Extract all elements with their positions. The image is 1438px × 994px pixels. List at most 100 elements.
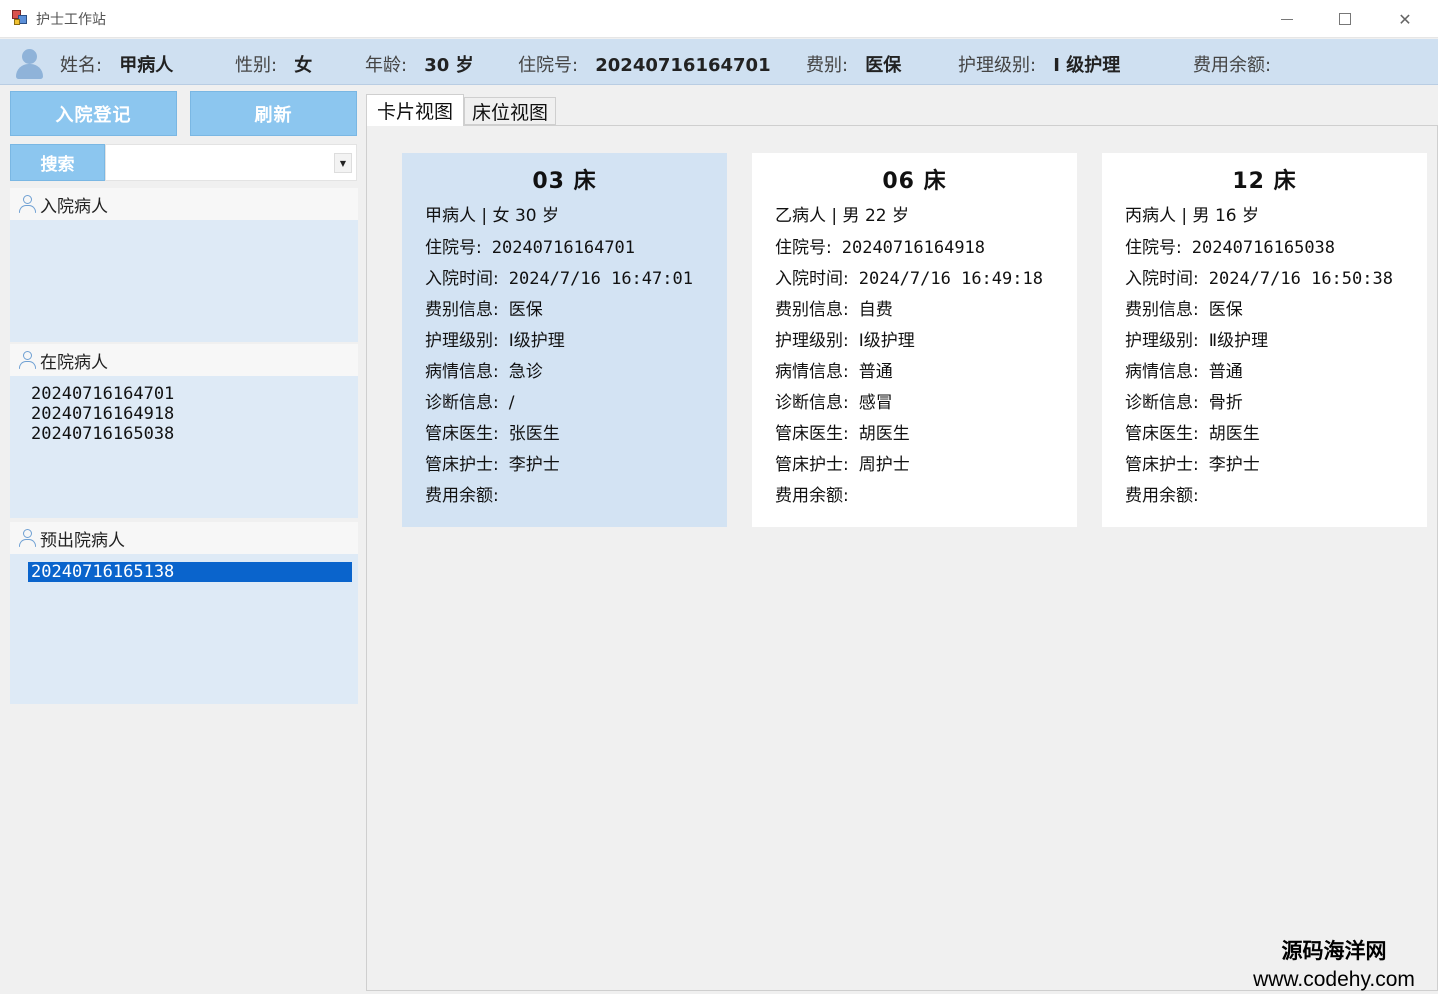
list-item[interactable]: 20240716165038 <box>10 424 358 444</box>
person-icon <box>18 194 38 214</box>
card-row: 住院号: 20240716165038 <box>1125 233 1335 258</box>
row-label: 护理级别: <box>775 331 849 351</box>
patient-name-field: 姓名: 甲病人 <box>60 51 173 77</box>
row-value: 李护士 <box>508 455 560 475</box>
row-label: 住院号: <box>775 238 832 258</box>
row-label: 护理级别: <box>425 331 499 351</box>
patient-name: 甲病人 <box>119 55 174 76</box>
row-label: 入院时间: <box>425 269 499 289</box>
row-value: 骨折 <box>1208 393 1243 413</box>
row-value: 急诊 <box>508 362 543 382</box>
patient-care-level: Ⅰ 级护理 <box>1053 55 1121 76</box>
name-label: 姓名: <box>60 55 103 76</box>
row-label: 病情信息: <box>775 362 849 382</box>
group-header-admitted[interactable]: 入院病人 <box>10 188 358 220</box>
card-row: 费别信息: 医保 <box>425 295 543 320</box>
maximize-button[interactable] <box>1316 0 1374 38</box>
patient-summary: 乙病人 | 男 22 岁 <box>775 206 909 226</box>
row-label: 费别信息: <box>1125 300 1199 320</box>
card-row: 管床护士: 周护士 <box>775 450 910 475</box>
row-value: 周护士 <box>858 455 910 475</box>
row-value: 普通 <box>1208 362 1243 382</box>
patient-age: 30 岁 <box>424 55 474 76</box>
row-label: 费用余额: <box>1125 486 1199 506</box>
list-item[interactable]: 20240716164701 <box>10 384 358 404</box>
in-hospital-patient-list[interactable]: 20240716164701 20240716164918 2024071616… <box>10 376 358 518</box>
search-button[interactable]: 搜索 <box>10 144 105 181</box>
row-label: 病情信息: <box>425 362 499 382</box>
refresh-button[interactable]: 刷新 <box>190 91 357 136</box>
patient-gender-field: 性别: 女 <box>235 51 312 77</box>
row-label: 费用余额: <box>425 486 499 506</box>
bed-card[interactable]: 03 床 甲病人 | 女 30 岁 住院号: 20240716164701 入院时… <box>402 153 727 527</box>
card-row: 病情信息: 普通 <box>775 357 893 382</box>
watermark: 源码海洋网 www.codehy.com <box>1232 936 1436 994</box>
card-row: 住院号: 20240716164701 <box>425 233 635 258</box>
patient-summary: 甲病人 | 女 30 岁 <box>425 206 559 226</box>
row-value: 2024/7/16 16:50:38 <box>1208 269 1393 289</box>
group-title: 预出院病人 <box>40 530 125 551</box>
watermark-line1: 源码海洋网 <box>1281 938 1387 963</box>
minimize-button[interactable] <box>1258 0 1316 38</box>
bed-card[interactable]: 06 床 乙病人 | 男 22 岁 住院号: 20240716164918 入院时… <box>752 153 1077 527</box>
row-value: 感冒 <box>858 393 893 413</box>
patient-admission-no: 20240716164701 <box>595 55 771 76</box>
bed-number: 06 床 <box>882 169 947 194</box>
row-label: 费别信息: <box>775 300 849 320</box>
row-value: 20240716165038 <box>1191 238 1336 258</box>
bed-number: 03 床 <box>532 169 597 194</box>
list-item-selected[interactable]: 20240716165138 <box>28 562 352 582</box>
card-row: 诊断信息: / <box>425 388 514 413</box>
row-label: 管床护士: <box>775 455 849 475</box>
admit-button[interactable]: 入院登记 <box>10 91 177 136</box>
patient-care-level-field: 护理级别: Ⅰ 级护理 <box>958 51 1120 77</box>
bed-card[interactable]: 12 床 丙病人 | 男 16 岁 住院号: 20240716165038 入院时… <box>1102 153 1427 527</box>
patient-summary: 丙病人 | 男 16 岁 <box>1125 206 1259 226</box>
pre-discharge-patient-list[interactable]: 20240716165138 <box>10 554 358 704</box>
row-label: 诊断信息: <box>775 393 849 413</box>
row-value: Ⅰ级护理 <box>508 331 565 351</box>
close-button[interactable]: ✕ <box>1376 0 1434 38</box>
tab-bed-view[interactable]: 床位视图 <box>464 97 556 125</box>
card-row: 费用余额: <box>1125 481 1209 506</box>
row-label: 管床医生: <box>425 424 499 444</box>
admitted-patient-list[interactable] <box>10 220 358 342</box>
card-row: 入院时间: 2024/7/16 16:50:38 <box>1125 264 1393 289</box>
fee-type-label: 费别: <box>806 55 849 76</box>
row-label: 诊断信息: <box>1125 393 1199 413</box>
card-row: 护理级别: Ⅰ级护理 <box>775 326 915 351</box>
list-item[interactable]: 20240716164918 <box>10 404 358 424</box>
group-title: 入院病人 <box>40 196 108 217</box>
patient-fee-type: 医保 <box>865 55 902 76</box>
row-value: 20240716164918 <box>841 238 986 258</box>
card-row: 诊断信息: 感冒 <box>775 388 893 413</box>
row-value: 医保 <box>1208 300 1243 320</box>
card-row: 护理级别: Ⅱ级护理 <box>1125 326 1268 351</box>
row-value: 医保 <box>508 300 543 320</box>
row-value: 胡医生 <box>858 424 910 444</box>
card-row: 管床医生: 张医生 <box>425 419 560 444</box>
patient-admission-field: 住院号: 20240716164701 <box>518 51 771 77</box>
admission-no-label: 住院号: <box>518 55 579 76</box>
card-row: 管床医生: 胡医生 <box>1125 419 1260 444</box>
card-row: 病情信息: 普通 <box>1125 357 1243 382</box>
app-icon <box>12 10 28 26</box>
maximize-icon <box>1339 13 1351 25</box>
title-bar: 护士工作站 ✕ <box>0 0 1438 38</box>
group-header-in-hospital[interactable]: 在院病人 <box>10 344 358 376</box>
dropdown-arrow-icon[interactable]: ▼ <box>334 153 352 173</box>
person-icon <box>18 350 38 370</box>
card-row: 诊断信息: 骨折 <box>1125 388 1243 413</box>
care-level-label: 护理级别: <box>958 55 1037 76</box>
row-label: 入院时间: <box>1125 269 1199 289</box>
row-label: 住院号: <box>425 238 482 258</box>
card-row: 费用余额: <box>775 481 859 506</box>
row-value: 2024/7/16 16:49:18 <box>858 269 1043 289</box>
search-combobox[interactable]: ▼ <box>105 144 357 181</box>
patient-fee-type-field: 费别: 医保 <box>806 51 901 77</box>
row-value: 自费 <box>858 300 893 320</box>
patient-info-bar: 姓名: 甲病人 性别: 女 年龄: 30 岁 住院号: 202407161647… <box>0 39 1438 85</box>
avatar-icon <box>14 47 46 79</box>
group-header-pre-discharge[interactable]: 预出院病人 <box>10 522 358 554</box>
tab-card-view[interactable]: 卡片视图 <box>366 94 464 126</box>
